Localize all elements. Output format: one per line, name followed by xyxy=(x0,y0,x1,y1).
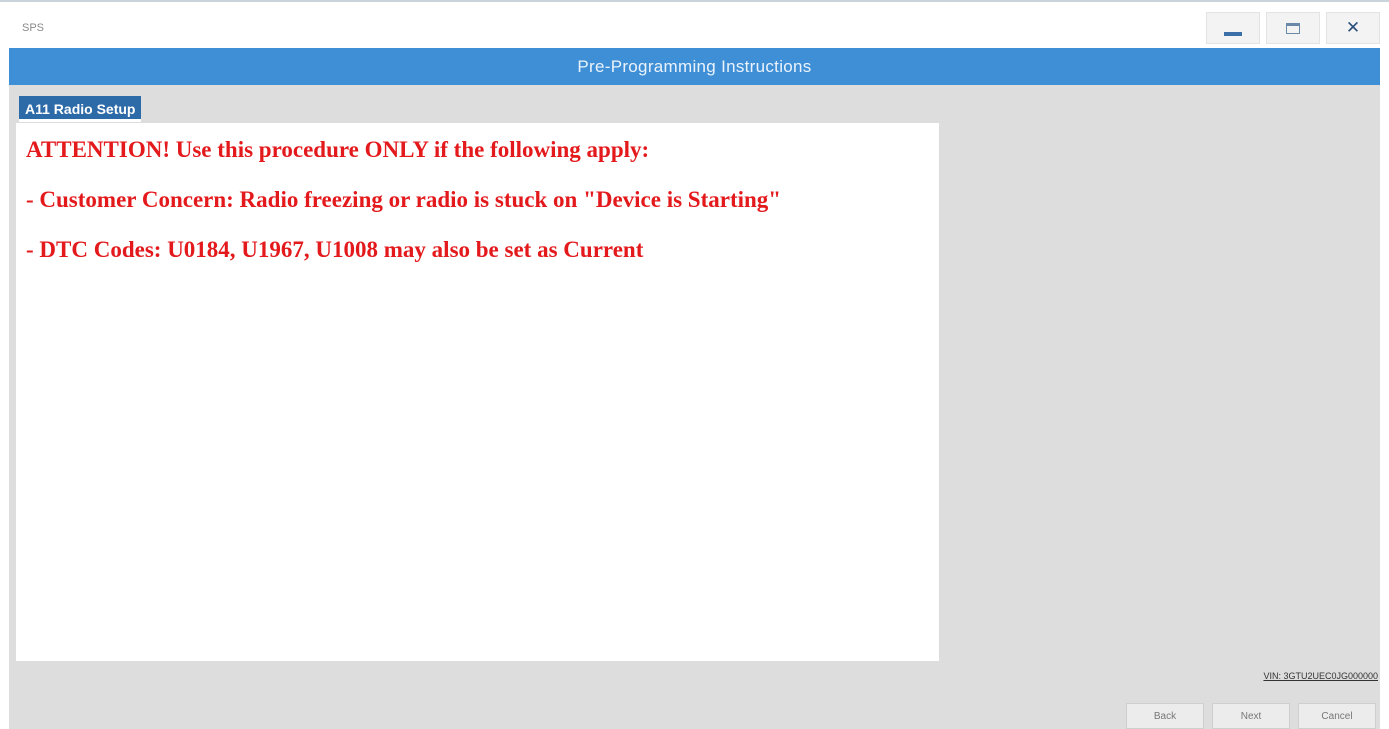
close-button[interactable]: ✕ xyxy=(1326,12,1380,44)
maximize-button[interactable] xyxy=(1266,12,1320,44)
minimize-button[interactable] xyxy=(1206,12,1260,44)
maximize-icon xyxy=(1286,22,1300,34)
close-icon: ✕ xyxy=(1345,17,1361,38)
header-bar: Pre-Programming Instructions xyxy=(9,48,1380,85)
title-bar: SPS ✕ xyxy=(0,0,1389,48)
section-tab: A11 Radio Setup xyxy=(19,96,142,122)
instruction-attention: ATTENTION! Use this procedure ONLY if th… xyxy=(26,137,650,162)
vin-label: VIN: 3GTU2UEC0JG000000 xyxy=(1263,671,1378,681)
back-button[interactable]: Back xyxy=(1126,703,1204,729)
instruction-dtc-codes: - DTC Codes: U0184, U1967, U1008 may als… xyxy=(26,237,644,262)
instruction-panel: ATTENTION! Use this procedure ONLY if th… xyxy=(16,123,939,661)
instruction-customer-concern: - Customer Concern: Radio freezing or ra… xyxy=(26,187,782,212)
sps-window: SPS ✕ Pre-Programming Instructions A11 R… xyxy=(0,0,1389,729)
page-title: Pre-Programming Instructions xyxy=(577,56,812,76)
cancel-button[interactable]: Cancel xyxy=(1298,703,1376,729)
minimize-icon xyxy=(1224,32,1242,36)
app-name: SPS xyxy=(22,22,45,34)
next-button[interactable]: Next xyxy=(1212,703,1290,729)
content-area: A11 Radio Setup ATTENTION! Use this proc… xyxy=(9,85,1380,729)
